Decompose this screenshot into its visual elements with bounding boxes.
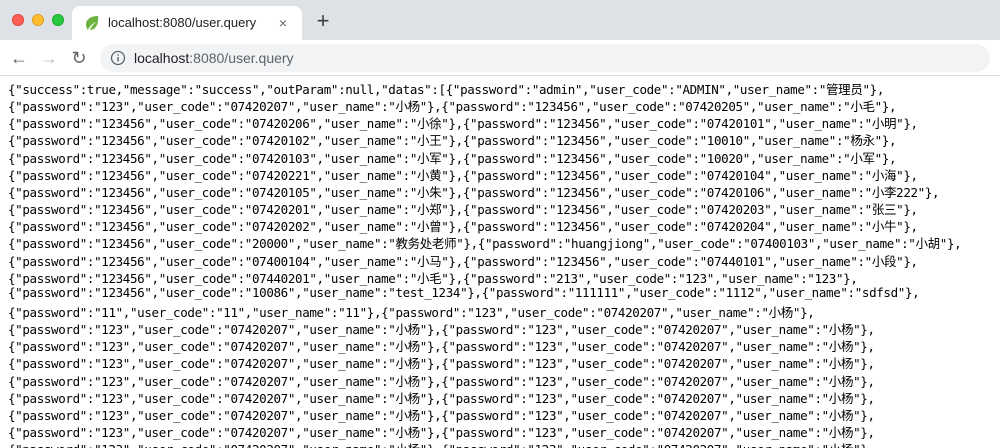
info-icon[interactable] [110, 50, 126, 66]
json-text-line: {"password":"123","user_code":"07420207"… [8, 390, 875, 406]
json-text-line: {"password":"123","user_code":"07420207"… [8, 439, 875, 448]
json-text-line: {"password":"123","user_code":"07420207"… [8, 339, 875, 355]
json-text-line: {"password":"123","user_code":"07420207"… [8, 407, 875, 423]
json-text-line: {"password":"123456","user_code":"074202… [8, 116, 918, 132]
spring-leaf-icon [86, 16, 99, 30]
url-text: localhost:8080/user.query [134, 50, 294, 66]
browser-toolbar: ← → ↻ localhost:8080/user.query [0, 40, 1000, 76]
json-text-line: {"password":"123456","user_code":"074201… [8, 150, 897, 166]
json-text-line: {"password":"123","user_code":"07420207"… [8, 322, 875, 338]
new-tab-button[interactable]: + [312, 10, 334, 32]
browser-tab[interactable]: localhost:8080/user.query × [72, 6, 302, 40]
back-button[interactable]: ← [8, 47, 30, 69]
json-text-line: {"password":"123456","user_code":"074202… [8, 219, 918, 235]
json-text-line: {"password":"123456","user_code":"074001… [8, 253, 918, 269]
window-zoom-button[interactable] [52, 14, 64, 26]
tab-close-icon[interactable]: × [274, 14, 292, 32]
json-text-line: {"password":"123456","user_code":"074402… [8, 270, 858, 286]
address-bar[interactable]: localhost:8080/user.query [100, 44, 990, 72]
json-text-line: {"password":"11","user_code":"11","user_… [8, 304, 815, 320]
json-text-line: {"password":"123456","user_code":"20000"… [8, 236, 962, 252]
window-minimize-button[interactable] [32, 14, 44, 26]
reload-button[interactable]: ↻ [68, 47, 90, 69]
json-text-line: {"password":"123456","user_code":"10086"… [8, 284, 920, 300]
json-text-line: {"password":"123456","user_code":"074201… [8, 133, 897, 149]
forward-button[interactable]: → [38, 47, 60, 69]
tab-title: localhost:8080/user.query [108, 15, 257, 30]
tab-strip: localhost:8080/user.query × + [0, 0, 1000, 40]
json-text-line: {"password":"123","user_code":"07420207"… [8, 356, 875, 372]
window-close-button[interactable] [12, 14, 24, 26]
json-text-line: {"password":"123456","user_code":"074202… [8, 202, 918, 218]
url-path: :8080/user.query [189, 50, 294, 66]
json-text-line: {"password":"123456","user_code":"074202… [8, 167, 918, 183]
json-response-body: {"success":true,"message":"success","out… [0, 76, 1000, 448]
url-host: localhost [134, 50, 190, 66]
json-text-line: {"password":"123","user_code":"07420207"… [8, 373, 875, 389]
json-text-line: {"success":true,"message":"success","out… [8, 82, 885, 97]
json-text-line: {"password":"123","user_code":"07420207"… [8, 425, 875, 440]
json-text-line: {"password":"123","user_code":"07420207"… [8, 99, 897, 115]
json-text-line: {"password":"123456","user_code":"074201… [8, 184, 940, 200]
